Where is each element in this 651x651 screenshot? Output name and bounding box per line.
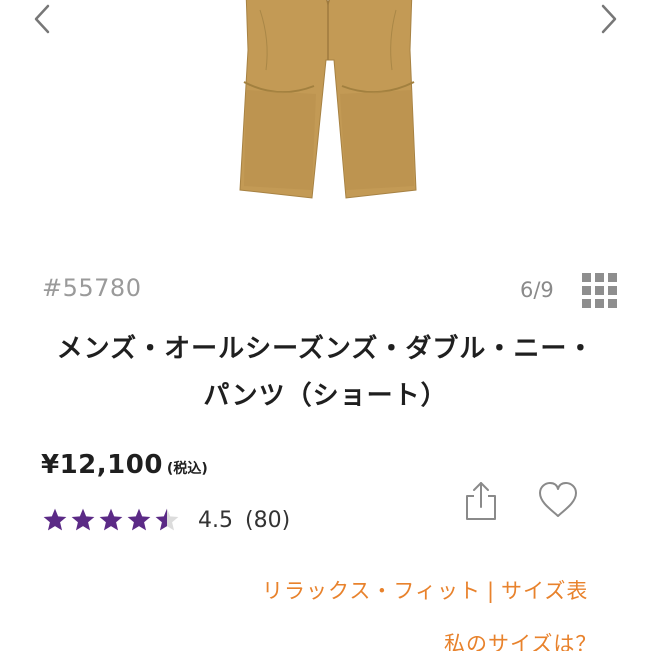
product-number: #55780: [42, 274, 142, 302]
product-image-carousel[interactable]: [0, 0, 651, 240]
star-full-icon: [71, 508, 95, 531]
fit-and-size-links: リラックス・フィット | サイズ表: [262, 575, 588, 605]
chevron-right-icon[interactable]: [597, 2, 621, 36]
share-icon[interactable]: [462, 480, 500, 522]
star-half-icon: [155, 508, 179, 531]
price-row: ¥12,100 (税込): [41, 450, 208, 480]
size-chart-link[interactable]: サイズ表: [501, 579, 588, 603]
star-full-icon: [99, 508, 123, 531]
star-rating: [42, 507, 180, 533]
my-size-link[interactable]: 私のサイズは？: [444, 628, 597, 651]
star-full-icon: [43, 508, 67, 531]
product-title: メンズ・オールシーズンズ・ダブル・ニー・ パンツ（ショート）: [20, 326, 631, 420]
product-title-line-1: メンズ・オールシーズンズ・ダブル・ニー・: [56, 334, 595, 364]
grid-view-icon[interactable]: [582, 273, 618, 309]
fit-link[interactable]: リラックス・フィット: [262, 579, 481, 603]
image-counter: 6/9: [520, 278, 554, 302]
link-divider: |: [486, 579, 496, 603]
product-detail-page: #55780 6/9 メンズ・オールシーズンズ・ダブル・ニー・ パンツ（ショート…: [0, 0, 651, 651]
product-title-line-2: パンツ（ショート）: [203, 381, 448, 411]
chevron-left-icon[interactable]: [30, 2, 54, 36]
star-full-icon: [127, 508, 151, 531]
rating-row[interactable]: 4.5 (80): [42, 507, 290, 533]
product-image: [239, 0, 417, 199]
tax-note: (税込): [166, 461, 208, 477]
price: ¥12,100: [41, 450, 163, 480]
review-count[interactable]: (80): [245, 508, 290, 533]
rating-value: 4.5: [198, 507, 233, 533]
heart-icon[interactable]: [537, 481, 579, 519]
